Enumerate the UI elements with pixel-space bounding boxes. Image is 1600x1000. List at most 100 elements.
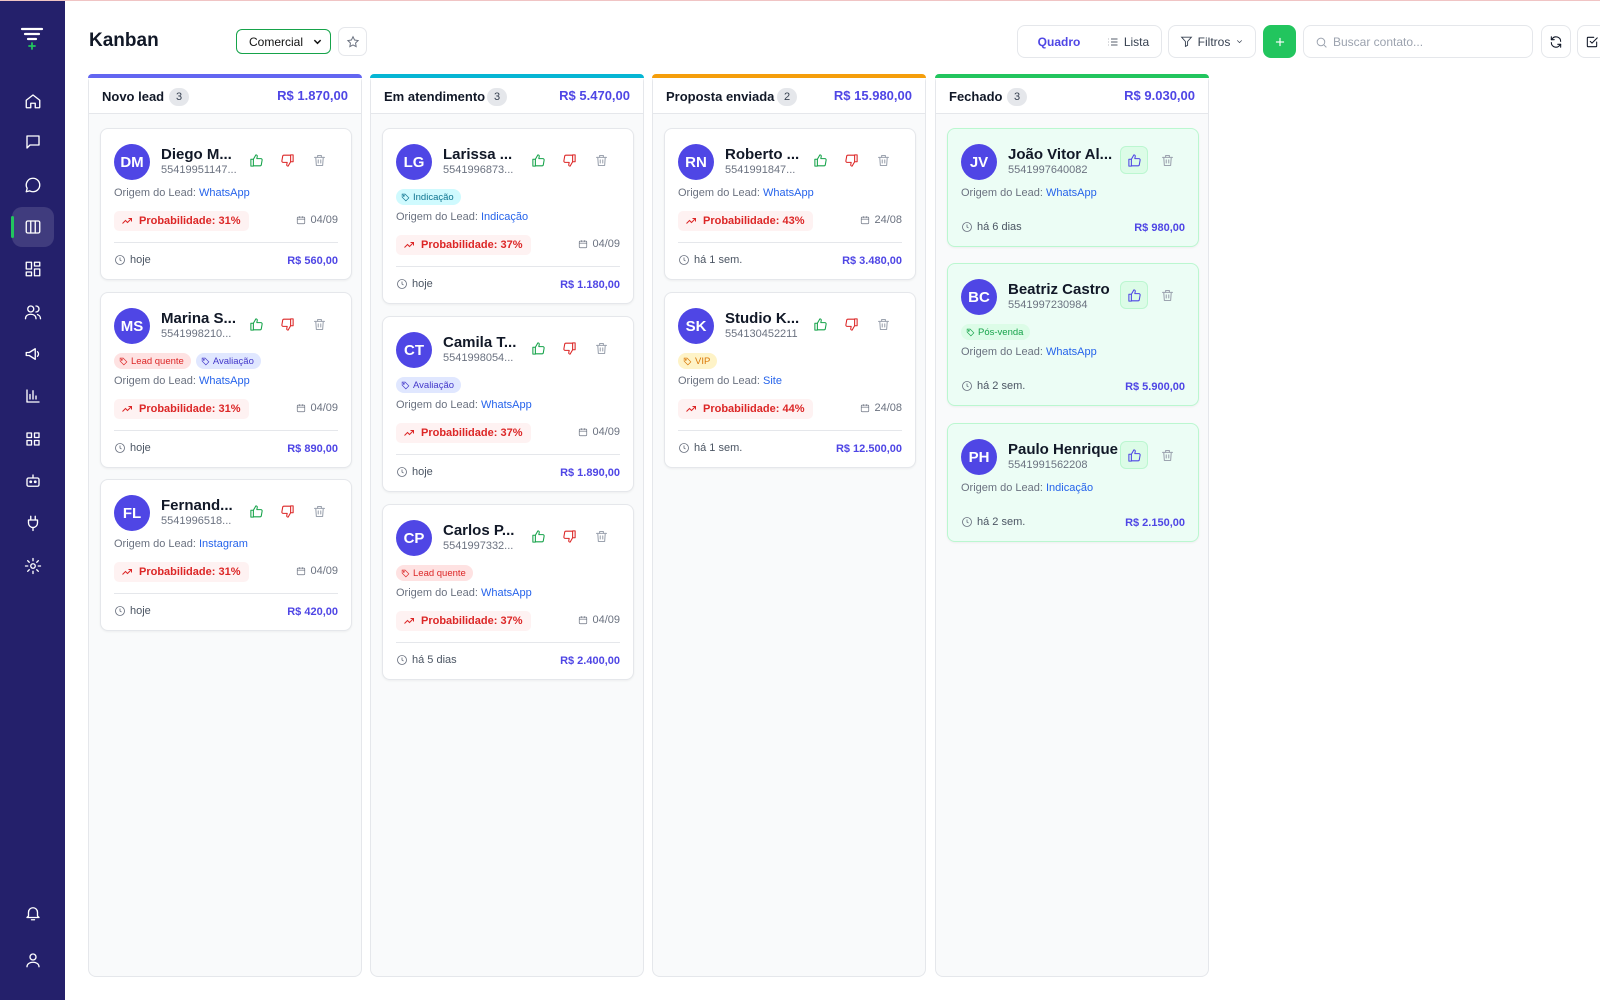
won-button[interactable] xyxy=(1120,281,1148,309)
lead-card[interactable]: SK Studio K... 554130452211 VIP Origem do… xyxy=(664,292,916,468)
lead-card[interactable]: DM Diego M... 55419951147... Origem do L… xyxy=(100,128,352,280)
due-date-text: 04/09 xyxy=(310,565,338,577)
mark-lost-button[interactable] xyxy=(273,497,301,525)
search-input[interactable] xyxy=(1333,32,1523,52)
sidebar-item-home[interactable] xyxy=(12,81,54,121)
lead-card[interactable]: FL Fernand... 5541996518... Origem do Le… xyxy=(100,479,352,631)
mark-won-button[interactable] xyxy=(806,146,834,174)
delete-button[interactable] xyxy=(869,146,897,174)
delete-button[interactable] xyxy=(305,310,333,338)
delete-button[interactable] xyxy=(869,310,897,338)
mark-lost-button[interactable] xyxy=(837,146,865,174)
tag[interactable]: Avaliação xyxy=(195,353,261,369)
lead-card[interactable]: RN Roberto ... 5541991847... Origem do L… xyxy=(664,128,916,280)
mark-lost-button[interactable] xyxy=(555,522,583,550)
contact-name[interactable]: Camila T... xyxy=(443,334,521,351)
tag-label: Lead quente xyxy=(413,567,466,579)
tag-label: Avaliação xyxy=(413,379,455,391)
probability-badge: Probabilidade: 44% xyxy=(678,399,814,419)
divider xyxy=(114,242,338,243)
mark-won-button[interactable] xyxy=(524,334,552,362)
filters-button[interactable]: Filtros xyxy=(1168,25,1256,58)
delete-button[interactable] xyxy=(305,146,333,174)
tag[interactable]: VIP xyxy=(678,353,718,369)
contact-name[interactable]: João Vitor Al... xyxy=(1008,146,1120,163)
sidebar-item-messages[interactable] xyxy=(12,122,54,162)
last-activity-text: há 5 dias xyxy=(412,654,457,666)
due-date: 24/08 xyxy=(860,214,902,226)
trending-up-icon xyxy=(122,569,132,575)
mark-lost-button[interactable] xyxy=(273,146,301,174)
contact-name[interactable]: Paulo Henrique xyxy=(1008,441,1120,458)
mark-won-button[interactable] xyxy=(242,310,270,338)
delete-button[interactable] xyxy=(1153,281,1181,309)
mark-won-button[interactable] xyxy=(524,146,552,174)
sidebar-item-campaigns[interactable] xyxy=(12,334,54,374)
sidebar-item-settings[interactable] xyxy=(12,546,54,586)
mark-lost-button[interactable] xyxy=(555,334,583,362)
mark-lost-button[interactable] xyxy=(837,310,865,338)
sidebar xyxy=(0,1,65,1000)
delete-button[interactable] xyxy=(587,146,615,174)
tag-icon xyxy=(401,569,410,577)
lead-card[interactable]: PH Paulo Henrique 5541991562208 Origem d… xyxy=(947,423,1199,542)
tag[interactable]: Lead quente xyxy=(396,565,473,581)
tag[interactable]: Indicação xyxy=(396,189,461,205)
origin-label: Origem do Lead: xyxy=(678,187,760,199)
contact-name[interactable]: Beatriz Castro xyxy=(1008,281,1120,298)
lead-card[interactable]: BC Beatriz Castro 5541997230984 Pós-vend… xyxy=(947,263,1199,406)
sidebar-item-integrations[interactable] xyxy=(12,503,54,543)
probability-badge: Probabilidade: 37% xyxy=(396,611,532,631)
calendar-icon xyxy=(579,616,588,625)
lead-card[interactable]: MS Marina S... 5541998210... Lead quente… xyxy=(100,292,352,468)
contact-name[interactable]: Larissa ... xyxy=(443,146,521,163)
tag[interactable]: Pós-venda xyxy=(961,324,1031,340)
sidebar-item-apps[interactable] xyxy=(12,419,54,459)
lead-card[interactable]: CT Camila T... 5541998054... Avaliação Or… xyxy=(382,316,634,492)
tasks-button[interactable] xyxy=(1577,25,1600,58)
contact-name[interactable]: Roberto ... xyxy=(725,146,803,163)
lead-card[interactable]: CP Carlos P... 5541997332... Lead quente… xyxy=(382,504,634,680)
sidebar-item-profile[interactable] xyxy=(12,940,54,980)
contact-name[interactable]: Marina S... xyxy=(161,310,239,327)
deal-value: R$ 12.500,00 xyxy=(835,443,902,455)
sidebar-item-contacts[interactable] xyxy=(12,292,54,332)
mark-won-button[interactable] xyxy=(524,522,552,550)
sidebar-item-kanban[interactable] xyxy=(11,207,54,247)
contact-name[interactable]: Fernand... xyxy=(161,497,239,514)
sidebar-item-notifications[interactable] xyxy=(12,893,54,933)
divider xyxy=(678,242,902,243)
sidebar-item-reports[interactable] xyxy=(12,376,54,416)
contact-name[interactable]: Carlos P... xyxy=(443,522,521,539)
mark-won-button[interactable] xyxy=(806,310,834,338)
tag[interactable]: Lead quente xyxy=(114,353,191,369)
lead-card[interactable]: LG Larissa ... 5541996873... Indicação Or… xyxy=(382,128,634,304)
view-list-button[interactable]: Lista xyxy=(1098,30,1158,54)
add-contact-button[interactable] xyxy=(1263,25,1296,58)
sidebar-item-dashboard[interactable] xyxy=(12,249,54,289)
view-board-button[interactable]: Quadro xyxy=(1023,30,1095,54)
delete-button[interactable] xyxy=(587,334,615,362)
won-button[interactable] xyxy=(1120,146,1148,174)
delete-button[interactable] xyxy=(1153,146,1181,174)
contact-name[interactable]: Diego M... xyxy=(161,146,239,163)
mark-lost-button[interactable] xyxy=(555,146,583,174)
refresh-button[interactable] xyxy=(1541,25,1571,58)
won-button[interactable] xyxy=(1120,441,1148,469)
favorite-button[interactable] xyxy=(338,27,367,56)
avatar: JV xyxy=(961,144,997,180)
contact-name[interactable]: Studio K... xyxy=(725,310,803,327)
delete-button[interactable] xyxy=(305,497,333,525)
clock-icon xyxy=(679,443,689,453)
tag[interactable]: Avaliação xyxy=(396,377,462,393)
mark-lost-button[interactable] xyxy=(273,310,301,338)
lead-card[interactable]: JV João Vitor Al... 5541997640082 Origem… xyxy=(947,128,1199,247)
delete-button[interactable] xyxy=(1153,441,1181,469)
mark-won-button[interactable] xyxy=(242,146,270,174)
apps-grid-icon xyxy=(26,432,40,446)
divider xyxy=(114,430,338,431)
sidebar-item-chats[interactable] xyxy=(12,165,54,205)
sidebar-item-bot[interactable] xyxy=(12,461,54,501)
delete-button[interactable] xyxy=(587,522,615,550)
mark-won-button[interactable] xyxy=(242,497,270,525)
